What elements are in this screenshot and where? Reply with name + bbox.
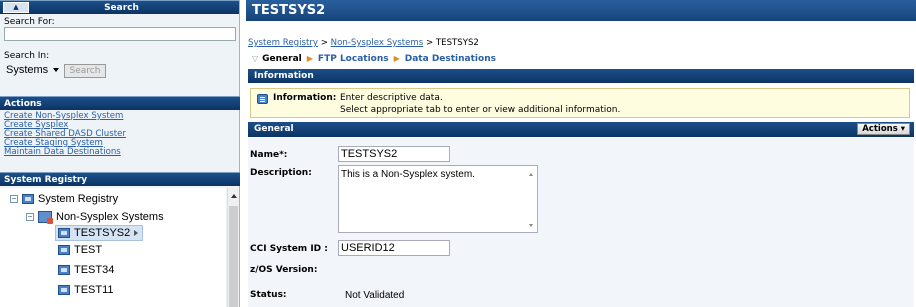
tree-item-label: TEST xyxy=(74,244,103,256)
info-text-line2: Select appropriate tab to enter or view … xyxy=(340,105,621,115)
breadcrumb-system-registry[interactable]: System Registry xyxy=(248,38,318,48)
tree-group-label: Non-Sysplex Systems xyxy=(56,211,164,223)
breadcrumb-current: TESTSYS2 xyxy=(435,38,479,48)
registry-header-label: System Registry xyxy=(4,175,88,185)
actions-panel-header: Actions xyxy=(0,96,240,110)
triangle-right-icon: ▶ xyxy=(393,54,400,63)
actions-header-label: Actions xyxy=(4,99,42,109)
tab-ftp-locations[interactable]: FTP Locations xyxy=(318,54,389,64)
breadcrumb-non-sysplex[interactable]: Non-Sysplex Systems xyxy=(331,38,424,48)
search-panel-header: ▲ Search xyxy=(0,0,239,14)
tab-general[interactable]: General xyxy=(262,54,302,64)
general-header-label: General xyxy=(254,124,294,134)
maintain-data-destinations-link[interactable]: Maintain Data Destinations xyxy=(4,148,126,157)
search-in-value: Systems xyxy=(6,64,49,76)
search-header-label: Search xyxy=(104,3,139,13)
tree-node-group[interactable]: − Non-Sysplex Systems xyxy=(26,210,164,225)
tab-data-destinations[interactable]: Data Destinations xyxy=(405,54,496,64)
tree-node-testsys2[interactable]: TESTSYS2 xyxy=(55,225,144,241)
search-for-input[interactable] xyxy=(4,27,236,41)
search-in-label: Search In: xyxy=(4,51,50,61)
actions-menu-button[interactable]: Actions ▾ xyxy=(857,123,910,135)
status-value: Not Validated xyxy=(345,290,405,301)
collapse-up-icon[interactable]: ▲ xyxy=(3,2,29,13)
info-note-icon xyxy=(257,94,268,104)
actions-list: Create Non-Sysplex System Create Sysplex… xyxy=(4,112,126,157)
actions-button-label: Actions xyxy=(862,124,898,134)
system-group-icon xyxy=(38,211,53,225)
chevron-right-icon xyxy=(134,230,139,237)
page-title: TESTSYS2 xyxy=(246,0,916,21)
status-label: Status: xyxy=(250,290,287,300)
information-header: Information xyxy=(248,69,914,83)
system-icon xyxy=(58,265,70,276)
description-label: Description: xyxy=(250,168,312,178)
zos-version-label: z/OS Version: xyxy=(250,265,318,275)
system-icon xyxy=(58,245,70,256)
left-panel: ▲ Search Search For: Search In: Systems … xyxy=(0,0,240,307)
system-icon xyxy=(58,228,70,239)
system-icon xyxy=(58,285,70,296)
scroll-thumb[interactable] xyxy=(229,206,238,307)
collapse-minus-icon[interactable]: − xyxy=(10,195,18,204)
info-text-line1: Enter descriptive data. xyxy=(340,93,443,103)
cci-system-id-input[interactable]: USERID12 xyxy=(338,240,450,256)
name-label: Name*: xyxy=(250,150,288,160)
triangle-right-icon: ▶ xyxy=(306,54,313,63)
tab-bar: ▽ General ▶ FTP Locations ▶ Data Destinations xyxy=(252,54,496,64)
scroll-up-icon[interactable] xyxy=(529,173,533,176)
info-label: Information: xyxy=(273,93,337,103)
tree-item-label: TESTSYS2 xyxy=(74,227,131,239)
breadcrumb-separator: > xyxy=(320,38,328,48)
registry-panel-header: System Registry xyxy=(0,172,240,186)
name-input[interactable]: TESTSYS2 xyxy=(338,146,450,162)
description-textarea[interactable]: This is a Non-Sysplex system. xyxy=(338,165,538,233)
tree-node-test34[interactable]: TEST34 xyxy=(58,263,114,277)
tree-node-test[interactable]: TEST xyxy=(58,243,102,257)
chevron-down-icon: ▽ xyxy=(252,54,259,63)
tree-node-root[interactable]: − System Registry xyxy=(10,192,118,206)
search-button[interactable]: Search xyxy=(64,64,106,78)
breadcrumb: System Registry > Non-Sysplex Systems > … xyxy=(248,38,479,48)
general-header: General Actions ▾ xyxy=(248,122,914,137)
cci-system-id-label: CCI System ID : xyxy=(250,244,328,254)
search-in-select[interactable]: Systems xyxy=(4,62,62,78)
tree-item-label: TEST11 xyxy=(74,284,114,296)
system-registry-icon xyxy=(22,194,34,205)
tree-node-test11[interactable]: TEST11 xyxy=(58,283,114,297)
scroll-down-icon[interactable] xyxy=(529,224,533,227)
registry-tree: − System Registry − Non-Sysplex Systems TE… xyxy=(0,188,226,307)
tree-item-label: TEST34 xyxy=(74,264,115,276)
search-for-label: Search For: xyxy=(4,17,55,27)
tree-root-label: System Registry xyxy=(38,193,119,205)
breadcrumb-separator: > xyxy=(425,38,434,48)
dropdown-caret-icon xyxy=(53,68,59,72)
scroll-up-icon[interactable] xyxy=(231,194,237,198)
collapse-minus-icon[interactable]: − xyxy=(26,213,34,222)
information-message: Information: Enter descriptive data. Sel… xyxy=(250,88,910,118)
tree-scrollbar[interactable] xyxy=(227,188,239,307)
